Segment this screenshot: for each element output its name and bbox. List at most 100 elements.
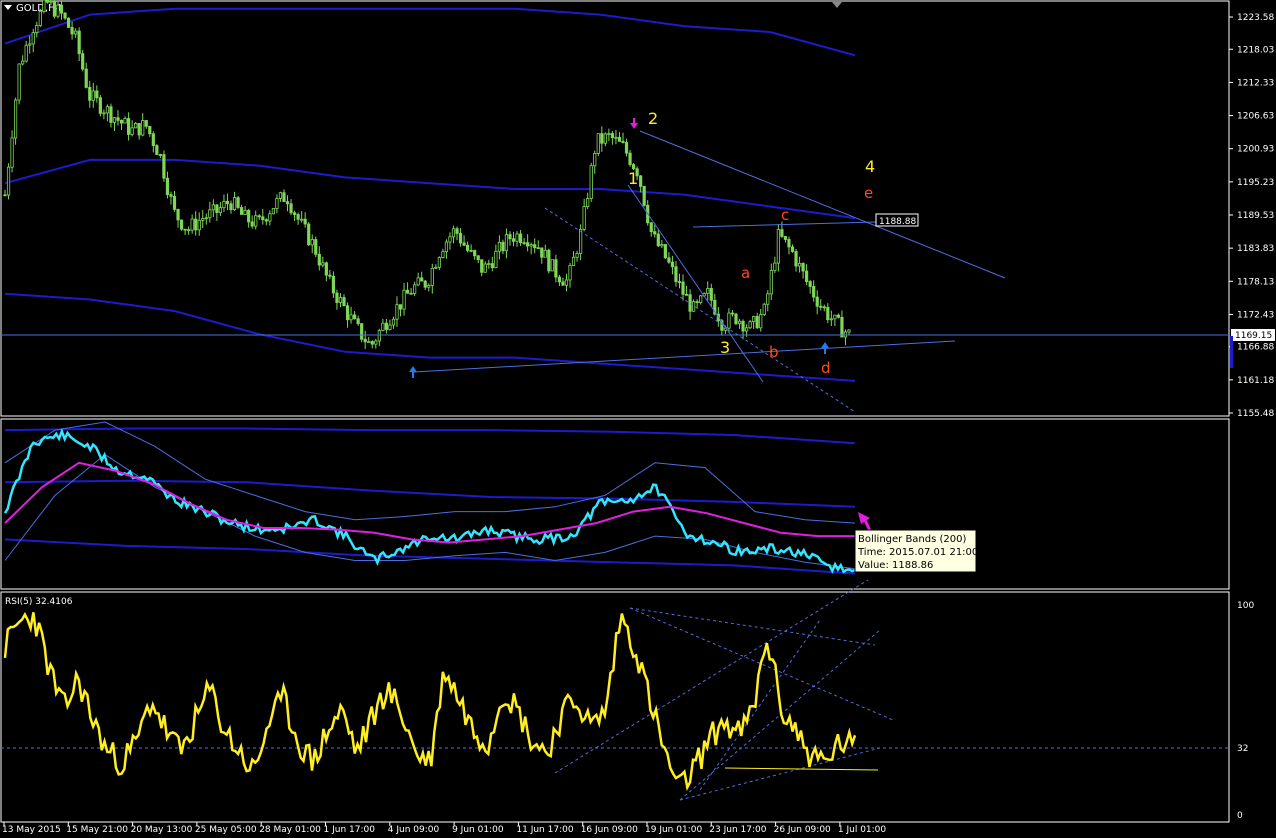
rsi-series [3, 611, 857, 792]
fractal-arrows [409, 118, 829, 378]
candle-body [384, 322, 388, 330]
scroll-shift-icon[interactable] [832, 2, 842, 8]
candle-body [190, 218, 194, 231]
candle-body [31, 32, 35, 45]
candle-body [783, 236, 788, 240]
candle-body [688, 294, 692, 312]
bollinger-bands-indicator [4, 421, 856, 575]
candle-body [268, 213, 272, 222]
y-tick-label: 1218.03 [1237, 45, 1274, 55]
candle-body [773, 262, 777, 271]
candle-body [374, 340, 378, 345]
candle-body [561, 281, 565, 286]
bollinger-middle-line [4, 158, 856, 220]
candle-body [734, 313, 738, 325]
candle-body [462, 242, 466, 246]
candle-body [321, 262, 325, 266]
candle-body [292, 212, 297, 215]
candle-body [836, 314, 841, 318]
candle-body [271, 208, 275, 215]
candle-body [766, 293, 770, 305]
candle-body [815, 296, 819, 307]
candle-body [684, 293, 689, 296]
candle-body [225, 200, 230, 205]
candle-body [579, 228, 583, 254]
main-panel-frame [0, 0, 1230, 417]
candle-body [155, 145, 159, 155]
candle-body [187, 229, 191, 232]
y-tick-label: 1172.43 [1237, 310, 1274, 320]
x-tick-label: 11 Jun 17:00 [516, 825, 573, 834]
wave-label-4: 4 [865, 157, 875, 176]
candle-body [388, 324, 392, 330]
candle-body [285, 201, 290, 205]
rsi-y-tick-label: 100 [1237, 601, 1254, 611]
candle-body [769, 270, 773, 295]
candle-body [695, 301, 699, 304]
candle-body [119, 119, 124, 124]
candle-body [102, 112, 106, 115]
candle-body [59, 4, 64, 14]
y-tick-label: 1189.53 [1237, 211, 1274, 221]
candle-body [165, 177, 170, 195]
candle-body [427, 284, 431, 288]
x-tick-label: 28 May 01:00 [259, 825, 321, 834]
candle-body [208, 209, 212, 219]
candle-body [335, 292, 339, 303]
chart-canvas[interactable]: GOLD,H4 1223.581218.031212.331206.631200… [0, 0, 1276, 835]
y-tick-label: 1195.23 [1237, 178, 1274, 188]
rsi-dashed-line [699, 619, 821, 791]
candle-body [797, 263, 802, 267]
candle-body [564, 279, 569, 286]
tooltip-line-2: Time: 2015.07.01 21:00 [857, 547, 978, 558]
candle-body [278, 192, 283, 199]
candle-body [617, 136, 622, 142]
candle-body [586, 198, 590, 207]
candle-body [243, 210, 247, 215]
candle-body [353, 314, 357, 320]
candle-body [282, 192, 286, 202]
candle-body [264, 219, 268, 222]
y-tick-label: 1200.93 [1237, 145, 1274, 155]
wave-label-c: c [781, 206, 789, 224]
candle-body [377, 330, 381, 342]
candle-body [621, 140, 625, 143]
candle-body [543, 249, 547, 258]
candle-body [448, 236, 452, 243]
y-tick-label: 1161.18 [1237, 376, 1274, 386]
candle-body [250, 221, 254, 227]
candle-body [201, 218, 205, 221]
price-label-1188-text: 1188.88 [879, 217, 916, 227]
candle-body [451, 228, 456, 238]
candle-body [504, 234, 509, 252]
y-tick-label: 1212.33 [1237, 78, 1274, 88]
wave-label-1: 1 [628, 169, 638, 188]
candle-body [455, 228, 459, 234]
wave-label-d: d [821, 359, 831, 377]
candle-body [476, 255, 480, 261]
tooltip: Bollinger Bands (200) Time: 2015.07.01 2… [854, 529, 978, 573]
current-price-box: 1169.15 [1231, 329, 1275, 341]
candle-body [35, 25, 39, 34]
candle-body [808, 281, 812, 287]
rsi-dashed-line [629, 607, 876, 646]
candle-body [762, 303, 766, 315]
candle-body [787, 239, 791, 248]
candle-body [614, 136, 618, 139]
candle-body [105, 106, 110, 114]
candle-body [66, 17, 71, 28]
candle-body [324, 262, 328, 276]
candle-body [402, 289, 406, 310]
x-tick-label: 16 Jun 09:00 [581, 825, 638, 834]
candle-body [487, 263, 491, 266]
candle-body [600, 133, 604, 144]
candle-body [416, 277, 420, 286]
rsi-y-tick-label: 0 [1237, 811, 1243, 821]
rsi-y-axis: 100 32 0 [1237, 601, 1254, 821]
title-triangle-icon [4, 5, 12, 10]
candle-body [568, 265, 572, 281]
price-label-1188: 1188.88 [875, 213, 919, 227]
candle-body [405, 289, 410, 294]
candle-body [194, 218, 198, 231]
rsi-dashed-line [679, 747, 881, 801]
